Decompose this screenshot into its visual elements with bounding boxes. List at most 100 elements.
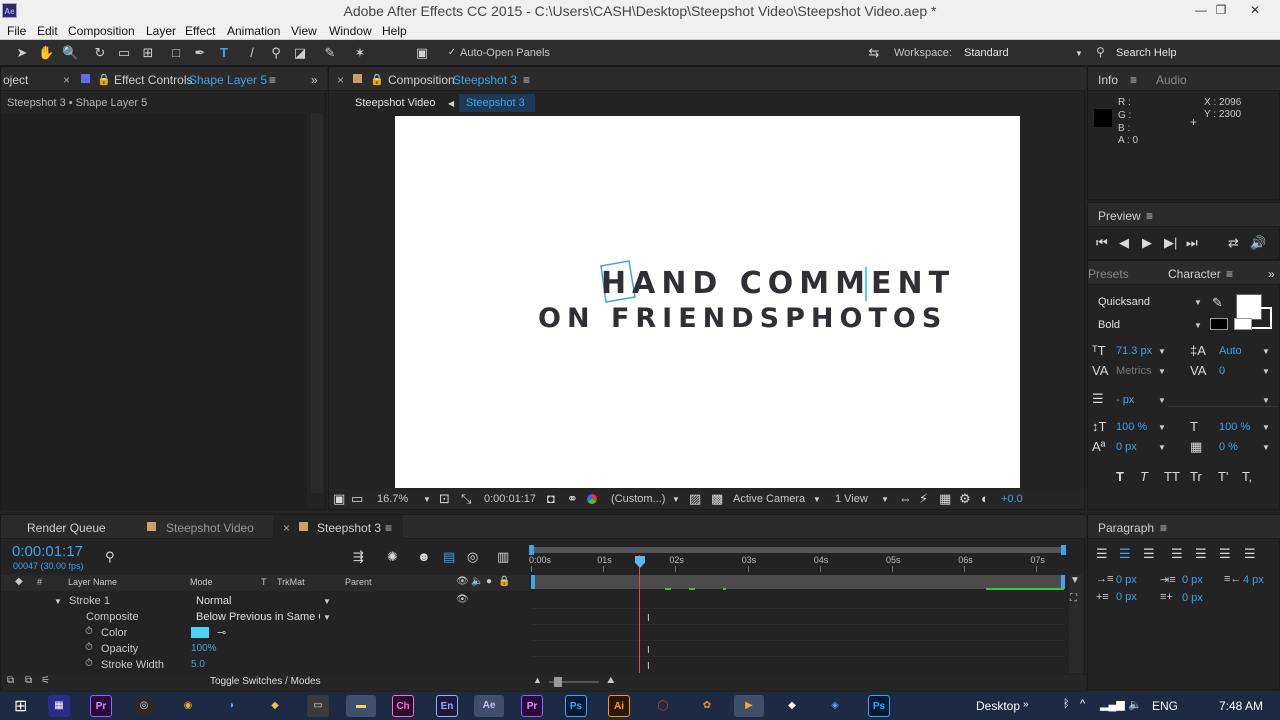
horizontal-scale-value[interactable]: 100 % [1219, 421, 1250, 433]
show-snapshot-icon[interactable]: ⚭ [567, 491, 578, 507]
lock-icon[interactable]: 🔒 [498, 576, 510, 587]
chevron-up-icon[interactable]: ^ [1080, 698, 1085, 710]
play-icon[interactable]: ▶ [1142, 235, 1152, 251]
toggle-switches-modes-button[interactable]: Toggle Switches / Modes [210, 676, 321, 687]
chevron-down-icon[interactable]: ▼ [423, 495, 431, 504]
tab-steepshot-3[interactable]: Steepshot 3 [317, 521, 381, 535]
chevron-down-icon[interactable]: ▼ [323, 613, 331, 622]
comp-marker-bin-icon[interactable]: ▼ [1070, 575, 1080, 586]
chevron-down-icon[interactable]: ▼ [323, 597, 331, 606]
panel-menu-icon[interactable]: ≡ [1146, 209, 1153, 223]
stroke-width-value[interactable]: 5.0 [191, 659, 205, 670]
exposure-value[interactable]: +0.0 [1001, 493, 1023, 505]
col-parent[interactable]: Parent [345, 577, 372, 587]
premiere-icon[interactable]: Pr [90, 695, 112, 717]
panel-menu-icon[interactable]: ≡ [1130, 73, 1137, 87]
timeline-scrollbar[interactable]: ▼ ⛶ [1069, 575, 1083, 673]
work-area-start-handle[interactable] [529, 545, 534, 555]
col-trkmat[interactable]: TrkMat [277, 577, 305, 587]
justify-all-icon[interactable]: ☰ [1244, 546, 1256, 562]
menu-file[interactable]: File [7, 24, 26, 38]
tab-render-queue[interactable]: Render Queue [27, 521, 106, 535]
selection-tool-icon[interactable]: ➤ [14, 45, 30, 61]
eye-icon[interactable]: 👁 [456, 576, 469, 587]
app-icon[interactable]: ◈ [824, 695, 846, 717]
chevron-down-icon[interactable]: ▼ [1158, 347, 1166, 356]
tab-effects-presets[interactable]: Presets [1088, 267, 1129, 281]
fullscreen-icon[interactable]: ⤡ [461, 491, 471, 507]
search-help-input[interactable]: Search Help [1116, 47, 1177, 59]
clone-stamp-tool-icon[interactable]: ⚲ [268, 45, 284, 61]
indent-first-value[interactable]: 0 px [1182, 574, 1203, 586]
panel-menu-icon[interactable]: ≡ [385, 521, 392, 535]
effect-controls-scrollbar[interactable] [311, 113, 323, 493]
browser-icon[interactable]: ◑ [220, 695, 242, 717]
panel-icon[interactable]: ▣ [414, 45, 430, 61]
menu-layer[interactable]: Layer [146, 24, 176, 38]
chevron-down-icon[interactable]: ▼ [1262, 423, 1270, 432]
faux-bold-button[interactable]: T [1116, 469, 1124, 484]
tab-info[interactable]: Info [1098, 73, 1118, 87]
tab-composition[interactable]: Composition [388, 73, 455, 87]
camera-select[interactable]: Active Camera [733, 493, 805, 505]
chevron-down-icon[interactable]: ▼ [1158, 396, 1166, 405]
eyedropper-icon[interactable]: ⊸ [217, 626, 226, 639]
close-tab-icon[interactable]: × [63, 73, 70, 87]
chevron-down-icon[interactable]: ▼ [1262, 396, 1270, 405]
character-animator-icon[interactable]: Ch [392, 695, 414, 717]
menu-help[interactable]: Help [382, 24, 407, 38]
comp-flow-current[interactable]: Steepshot 3 [466, 97, 525, 109]
search-icon[interactable]: ⚲ [105, 549, 115, 565]
channels-icon[interactable] [587, 494, 597, 504]
transfer-controls-icon[interactable]: ⧉ [25, 675, 32, 686]
rotation-tool-icon[interactable]: ↻ [92, 45, 108, 61]
subscript-button[interactable]: T, [1242, 469, 1252, 484]
faux-italic-button[interactable]: T [1140, 469, 1148, 484]
work-area-end-handle[interactable] [1061, 545, 1066, 555]
transparency-grid-icon[interactable]: ▩ [711, 491, 723, 507]
maximize-button[interactable]: ❐ [1206, 0, 1236, 22]
time-graph[interactable]: 0:00s 01s 02s 03s 04s 05s 06s 07s I I I [529, 541, 1066, 673]
font-style-select[interactable]: Bold [1098, 319, 1120, 331]
comp-text-line1[interactable]: HAND COMMENT [601, 266, 955, 301]
overflow-icon[interactable]: » [1023, 699, 1029, 710]
all-caps-button[interactable]: TT [1164, 469, 1180, 484]
stopwatch-icon[interactable]: ⏱ [85, 642, 93, 653]
tab-audio[interactable]: Audio [1156, 73, 1187, 87]
close-button[interactable]: ✕ [1240, 0, 1270, 22]
eye-icon[interactable]: 👁 [456, 594, 469, 605]
language-indicator[interactable]: ENG [1152, 699, 1178, 713]
safe-frame-icon[interactable]: ⊡ [439, 491, 450, 507]
network-icon[interactable]: ▂▄▆ [1100, 698, 1125, 711]
keyframe-marker[interactable] [723, 588, 726, 590]
opera-icon[interactable]: ◯ [652, 695, 674, 717]
snapshot-icon[interactable]: ◘ [547, 491, 555, 506]
windows-start-icon[interactable]: ⊞ [14, 696, 27, 716]
comp-timecode[interactable]: 0:00:01:17 [484, 493, 536, 505]
file-explorer-icon[interactable]: ▬ [346, 695, 376, 717]
loop-icon[interactable]: ⇄ [1228, 235, 1239, 251]
eyedropper-icon[interactable]: ✎ [1212, 295, 1223, 311]
table-row[interactable]: ⏱ Opacity 100% [1, 641, 529, 657]
view-layout-select[interactable]: 1 View [835, 493, 868, 505]
menu-animation[interactable]: Animation [227, 24, 280, 38]
chrome-icon[interactable]: ◎ [133, 695, 155, 717]
checkbox-checked-icon[interactable]: ✓ [444, 45, 460, 61]
lock-icon[interactable]: 🔒 [370, 73, 384, 86]
app-icon[interactable]: ◆ [781, 695, 803, 717]
timeline-timecode[interactable]: 0:00:01:17 [12, 543, 83, 560]
encoder-icon[interactable]: En [436, 695, 458, 717]
type-tool-icon[interactable]: T [216, 45, 232, 61]
pan-behind-tool-icon[interactable]: ⊞ [140, 45, 156, 61]
app-icon[interactable]: ▭ [307, 695, 329, 717]
auto-open-panels-label[interactable]: Auto-Open Panels [460, 47, 550, 59]
layer-in-point[interactable] [531, 575, 535, 589]
app-icon[interactable]: ✿ [696, 695, 718, 717]
windows-store-icon[interactable]: ▦ [48, 695, 70, 717]
stroke-color-swatch[interactable] [191, 627, 209, 638]
chevron-down-icon[interactable]: ▼ [1158, 423, 1166, 432]
work-area-bar[interactable] [531, 547, 1065, 553]
indent-right-value[interactable]: 4 px [1243, 574, 1264, 586]
justify-center-icon[interactable]: ☰ [1195, 546, 1207, 562]
clock[interactable]: 7:48 AM [1219, 699, 1263, 713]
